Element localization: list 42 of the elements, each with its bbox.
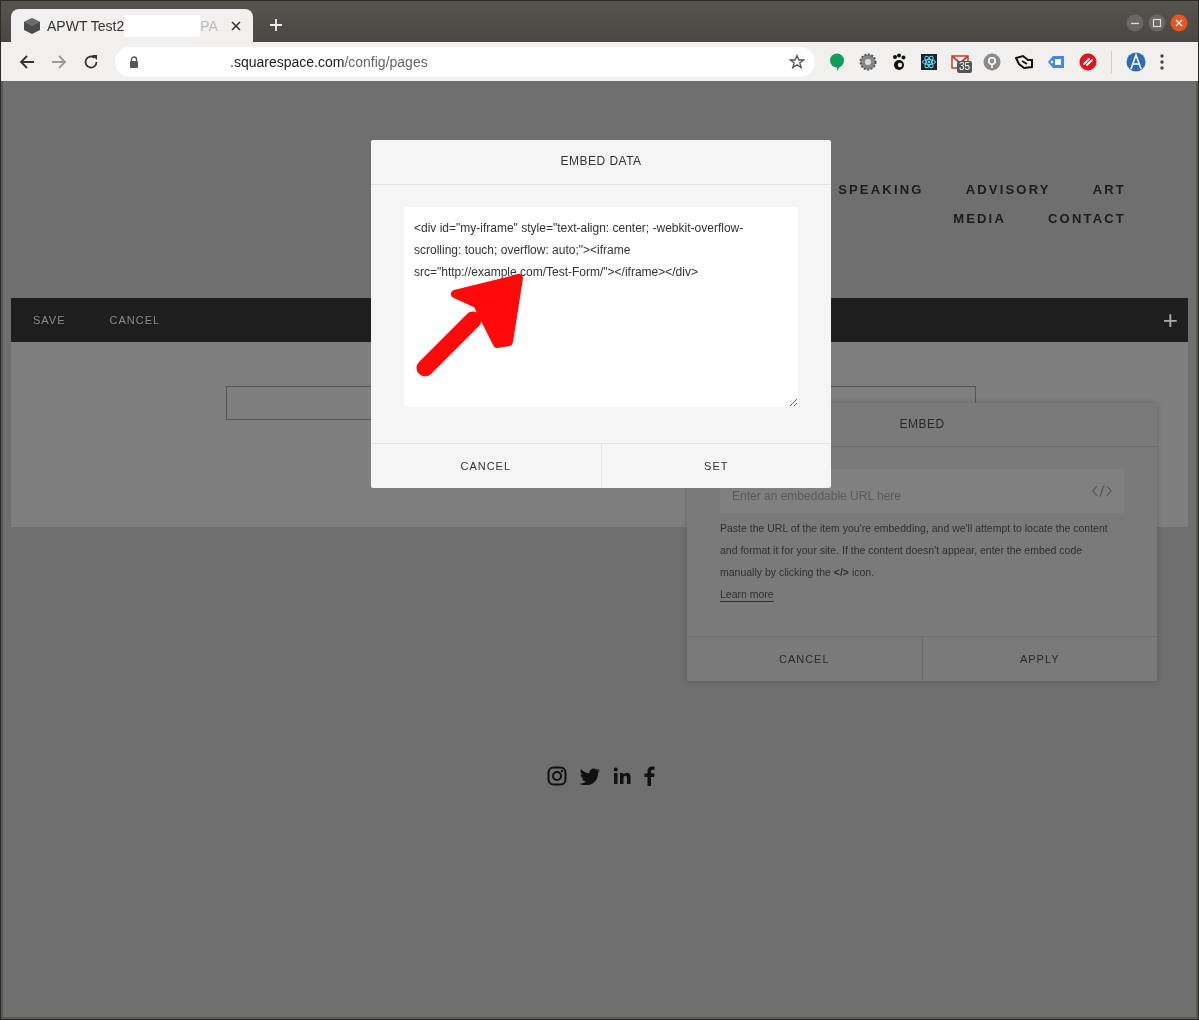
url-text: .squarespace.com/config/pages xyxy=(230,53,428,70)
code-textarea[interactable]: <div id="my-iframe" style="text-align: center; -webkit-overflow-scrolling: touch; overflow: auto;"><iframe src="http://example.com/Test-Form/"></iframe></div> xyxy=(404,207,798,407)
cancel-button[interactable]: CANCEL xyxy=(109,314,161,326)
location-pin-icon[interactable] xyxy=(983,52,1001,71)
avatar-icon[interactable] xyxy=(1126,51,1146,72)
add-button[interactable]: + xyxy=(1162,307,1178,333)
atom-icon[interactable] xyxy=(921,53,937,70)
lock-icon xyxy=(129,55,139,68)
cancel-button[interactable]: CANCEL xyxy=(371,444,601,488)
dialog-title: EMBED DATA xyxy=(371,140,831,185)
gear-icon[interactable] xyxy=(859,52,877,71)
bird-icon[interactable] xyxy=(578,767,601,785)
linkedin-icon[interactable] xyxy=(612,767,631,785)
close-icon[interactable] xyxy=(231,20,241,31)
nav-link[interactable]: ART xyxy=(1092,182,1126,197)
address-bar[interactable]: .squarespace.com/config/pages xyxy=(115,46,815,77)
star-icon[interactable] xyxy=(789,53,805,70)
back-icon[interactable] xyxy=(19,53,35,70)
nav-link[interactable]: MEDIA xyxy=(953,211,1006,226)
nav-link[interactable]: CONTACT xyxy=(1048,211,1126,226)
cancel-button[interactable]: CANCEL xyxy=(687,637,922,681)
link-icon[interactable] xyxy=(1079,52,1097,71)
help-text: Paste the URL of the item you're embedding, and we'll attempt to locate the content and format it for your site. If the content doesn't appear, enter the embed code manually by clicking the </> icon. xyxy=(720,521,1109,580)
save-button[interactable]: SAVE xyxy=(33,314,66,326)
paw-icon[interactable] xyxy=(891,52,907,71)
set-button[interactable]: SET xyxy=(600,444,831,488)
close-icon[interactable] xyxy=(1170,14,1188,32)
tag-icon[interactable] xyxy=(1047,53,1065,70)
nav-link[interactable]: SPEAKING xyxy=(838,182,924,197)
nav-link[interactable]: ADVISORY xyxy=(965,182,1051,197)
new-tab-icon[interactable] xyxy=(269,18,283,32)
facebook-icon[interactable] xyxy=(642,766,655,786)
reload-icon[interactable] xyxy=(83,53,99,70)
apply-button[interactable]: APPLY xyxy=(921,637,1157,681)
minimize-icon[interactable] xyxy=(1126,14,1144,32)
learn-more-link[interactable]: Learn more xyxy=(720,588,774,602)
maximize-icon[interactable] xyxy=(1148,14,1166,32)
tab-title: APWT Test2 xyxy=(47,17,125,34)
cube-icon xyxy=(23,16,41,35)
menu-icon[interactable] xyxy=(1160,53,1164,70)
speech-bubble-icon[interactable] xyxy=(829,52,845,71)
instagram-icon[interactable] xyxy=(546,766,567,786)
